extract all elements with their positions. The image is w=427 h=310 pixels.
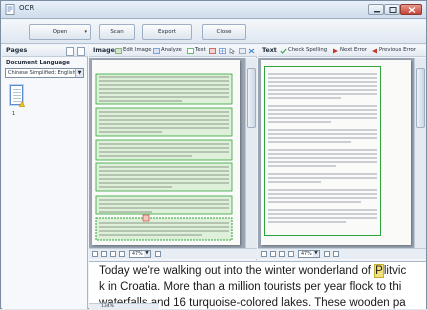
image-zoom-bar: 47% ▼ xyxy=(89,248,257,259)
scan-button[interactable]: Scan xyxy=(99,24,135,40)
previous-error-icon xyxy=(372,48,377,54)
chevron-down-icon[interactable]: ▼ xyxy=(75,69,83,77)
next-error-icon xyxy=(333,48,338,54)
page-number: 1 xyxy=(12,111,16,117)
previous-error-button[interactable]: Previous Error xyxy=(379,47,416,53)
zoom-out-icon[interactable] xyxy=(92,251,98,257)
chevron-down-icon[interactable]: ▼ xyxy=(313,251,319,257)
text-zoom-select[interactable]: 47% ▼ xyxy=(298,250,320,258)
image-canvas[interactable] xyxy=(89,58,257,248)
text-block-frame xyxy=(264,66,381,236)
fit-page-icon[interactable] xyxy=(279,251,285,257)
check-spelling-button[interactable]: Check Spelling xyxy=(288,47,327,53)
pages-title: Pages xyxy=(6,47,28,54)
recognized-text-page[interactable] xyxy=(261,60,411,245)
zoom-plus-icon[interactable] xyxy=(324,251,330,257)
document-language-select[interactable]: Chinese Simplified; English ▼ xyxy=(5,68,84,78)
page-add-icon[interactable] xyxy=(66,47,74,56)
pages-pane: Pages Document Language Chinese Simplifi… xyxy=(2,45,88,309)
zoom-in-icon[interactable] xyxy=(119,251,125,257)
warning-icon xyxy=(19,101,25,107)
document-language-value: Chinese Simplified; English xyxy=(8,70,76,76)
minimize-button[interactable] xyxy=(368,4,384,15)
ocr-window: OCR Open ▾ Scan Export Close Pages Docum… xyxy=(0,0,427,310)
fit-width-icon[interactable] xyxy=(101,251,107,257)
fit-width-icon[interactable] xyxy=(270,251,276,257)
open-button-label: Open xyxy=(52,29,68,35)
table-area-icon[interactable] xyxy=(219,48,226,54)
close-window-button[interactable] xyxy=(400,4,422,15)
zoom-text-line-1-before: Today we're walking out into the winter … xyxy=(99,265,375,277)
close-text-icon[interactable] xyxy=(333,251,339,257)
text-area-icon xyxy=(187,48,194,54)
document-language-label: Document Language xyxy=(6,60,70,66)
chevron-down-icon[interactable]: ▼ xyxy=(144,251,150,257)
scanned-text-image xyxy=(95,73,233,241)
image-pane: Image Edit Image Analyze Text 47% ▼ xyxy=(89,45,257,260)
text-canvas[interactable] xyxy=(258,58,426,248)
zoom-text-line-1: Today we're walking out into the winter … xyxy=(99,264,407,278)
zoom-out-icon[interactable] xyxy=(261,251,267,257)
scanned-page-image[interactable] xyxy=(92,60,240,245)
open-button[interactable]: Open ▾ xyxy=(29,24,91,40)
text-pane-title: Text xyxy=(262,47,277,54)
export-button[interactable]: Export xyxy=(142,24,192,40)
area-properties-icon[interactable] xyxy=(239,48,246,54)
edit-image-button[interactable]: Edit Image xyxy=(123,47,152,53)
select-area-icon[interactable] xyxy=(229,48,236,54)
edit-image-icon xyxy=(115,48,122,54)
text-pane: Text Check Spelling Next Error Previous … xyxy=(258,45,426,260)
zoom-text-line-1-after: litvic xyxy=(383,265,407,277)
page-view-icon[interactable] xyxy=(77,47,85,56)
check-spelling-icon xyxy=(280,48,287,54)
text-area-button[interactable]: Text xyxy=(195,47,206,53)
maximize-icon xyxy=(389,7,397,13)
window-title: OCR xyxy=(19,4,35,12)
main-toolbar: Open ▾ Scan Export Close xyxy=(1,20,426,44)
highlighted-character[interactable]: P xyxy=(374,264,384,278)
analyze-icon xyxy=(153,48,160,54)
maximize-button[interactable] xyxy=(384,4,400,15)
zoom-pane[interactable]: Today we're walking out into the winter … xyxy=(89,261,426,309)
image-pane-header: Image Edit Image Analyze Text xyxy=(89,45,257,57)
image-zoom-value: 47% xyxy=(132,252,143,257)
image-scrollbar[interactable] xyxy=(245,58,257,248)
fit-page-icon[interactable] xyxy=(110,251,116,257)
pages-header: Pages xyxy=(2,45,88,57)
text-zoom-value: 47% xyxy=(301,252,312,257)
close-icon xyxy=(408,6,416,14)
text-scrollbar[interactable] xyxy=(414,58,426,248)
delete-area-icon[interactable] xyxy=(248,48,255,54)
minimize-icon xyxy=(374,11,380,13)
image-pane-title: Image xyxy=(93,47,115,54)
open-dropdown-icon[interactable]: ▾ xyxy=(84,25,87,39)
title-bar[interactable]: OCR xyxy=(1,1,426,19)
zoom-plus-icon[interactable] xyxy=(155,251,161,257)
zoom-pane-zoom-value[interactable]: 134% xyxy=(101,304,114,309)
next-error-button[interactable]: Next Error xyxy=(340,47,367,53)
close-button[interactable]: Close xyxy=(202,24,246,40)
zoom-text-line-2: k in Croatia. More than a million touris… xyxy=(99,281,402,293)
zoom-in-icon[interactable] xyxy=(288,251,294,257)
analyze-button[interactable]: Analyze xyxy=(161,47,182,53)
image-zoom-select[interactable]: 47% ▼ xyxy=(129,250,151,258)
text-zoom-bar: 47% ▼ xyxy=(258,248,426,259)
picture-area-icon[interactable] xyxy=(209,48,216,54)
image-scrollbar-thumb[interactable] xyxy=(247,68,256,128)
text-scrollbar-thumb[interactable] xyxy=(416,68,425,128)
app-icon xyxy=(5,4,15,15)
text-pane-header: Text Check Spelling Next Error Previous … xyxy=(258,45,426,57)
